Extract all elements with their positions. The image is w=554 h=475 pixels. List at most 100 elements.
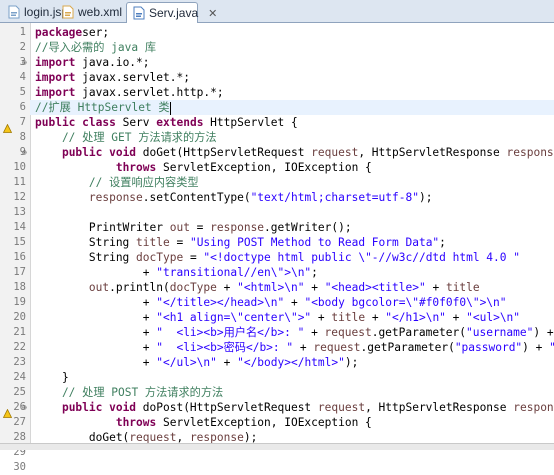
code-line[interactable]: + "transitional//en\">\n"; [30,265,554,280]
code-line[interactable]: public void doPost(HttpServletRequest re… [30,400,554,415]
code-line[interactable]: String title = "Using POST Method to Rea… [30,235,554,250]
code-identifier: title [445,281,480,294]
code-line[interactable]: response.setContentType("text/html;chars… [30,190,554,205]
code-text: + [35,326,157,339]
code-comment: //导入必需的 java 库 [35,41,157,54]
code-line[interactable]: public class Serv extends HttpServlet { [30,115,554,130]
code-line[interactable]: import javax.servlet.*; [30,70,554,85]
line-number: 18 [13,281,26,293]
code-editor[interactable]: packageser;//导入必需的 java 库 import java.io.… [30,23,554,443]
code-string: "<body bgcolor=\"#f0f0f0\">\n" [304,296,507,309]
code-identifier: response [189,431,244,443]
fold-toggle-icon[interactable]: ⊖ [22,145,30,160]
code-line[interactable]: + "</ul>\n" + "</body></html>"); [30,355,554,370]
warning-marker-icon[interactable] [2,403,13,418]
code-string: "</h1>\n" [385,311,446,324]
code-text: doPost(HttpServletRequest [136,401,318,414]
code-keyword: throws [115,416,157,429]
line-number: 14 [13,221,26,233]
code-text: .getParameter( [371,326,466,339]
line-number: 1 [19,26,26,38]
code-string: "</body></html>" [237,356,345,369]
close-tab-icon[interactable]: ✕ [208,7,217,20]
code-text: ); [243,431,258,443]
code-identifier: response [210,221,265,234]
fold-toggle-icon[interactable]: ⊖ [22,400,30,415]
fold-toggle-icon[interactable]: ⊖ [22,55,30,70]
code-line[interactable]: import javax.servlet.http.*; [30,85,554,100]
code-line[interactable]: } [30,370,554,385]
code-line[interactable]: PrintWriter out = response.getWriter(); [30,220,554,235]
code-keyword: import [35,56,76,69]
line-number: 19 [13,296,26,308]
code-identifier: request [313,341,361,354]
code-string: "text/html;charset=utf-8" [250,191,419,204]
code-line[interactable]: // 处理 GET 方法请求的方法 [30,130,554,145]
code-text: + [35,311,157,324]
code-line[interactable]: out.println(docType + "<html>\n" + "<hea… [30,280,554,295]
code-string: "</title></head>\n" [156,296,285,309]
code-text: + [304,326,325,339]
java-file-icon [133,6,145,20]
code-identifier: out [169,221,190,234]
code-line[interactable]: doGet(request, response); [30,430,554,443]
code-text: ServletException, IOException { [156,161,372,174]
code-line[interactable]: import java.io.*; [30,55,554,70]
code-string: "</ul>\n" [156,356,217,369]
code-keyword: public class [35,116,116,129]
editor-tab-bar: login.jsp web.xml Serv.java ✕ [0,0,554,23]
line-number: 6 [19,101,26,113]
code-line[interactable]: throws ServletException, IOException { [30,415,554,430]
code-line[interactable]: //扩展 HttpServlet 类 [30,100,554,115]
code-text: ServletException, IOException { [156,416,372,429]
code-text: Serv [122,116,150,129]
code-identifier: request [317,401,366,414]
code-line[interactable]: // 处理 POST 方法请求的方法 [30,385,554,400]
tab-web-xml[interactable]: web.xml [56,2,124,22]
code-string: "transitional//en\">\n" [156,266,312,279]
code-line[interactable]: + " <li><b>密码</b>: " + request.getParame… [30,340,554,355]
code-line[interactable]: + "</title></head>\n" + "<body bgcolor=\… [30,295,554,310]
code-line[interactable]: //导入必需的 java 库 [30,40,554,55]
code-string: "username" [466,326,534,339]
code-text: + [35,266,157,279]
code-text: doGet( [35,431,130,443]
code-text: + [365,311,386,324]
tab-serv-java[interactable]: Serv.java ✕ [126,2,217,23]
warning-marker-icon[interactable] [2,118,13,133]
code-line[interactable] [30,205,554,220]
code-text: ser; [82,26,110,39]
code-line[interactable]: String docType = "<!doctype html public … [30,250,554,265]
jsp-file-icon [8,5,20,19]
line-number: 16 [13,251,26,263]
tab-login-jsp[interactable]: login.jsp [2,2,68,22]
line-number: 30 [13,461,26,473]
code-line[interactable]: + " <li><b>用户名</b>: " + request.getParam… [30,325,554,340]
code-text: HttpServlet { [203,116,298,129]
code-line[interactable]: packageser; [30,25,554,40]
code-text: + [35,341,157,354]
text-caret [169,101,171,115]
line-number: 12 [13,191,26,203]
code-text: java.io.*; [75,56,150,69]
line-number: 22 [13,341,26,353]
line-number: 10 [13,161,26,173]
code-line[interactable]: + "<h1 align=\"center\">" + title + "</h… [30,310,554,325]
code-comment: // 处理 POST 方法请求的方法 [35,386,224,399]
code-text: = [183,251,204,264]
code-line[interactable]: throws ServletException, IOException { [30,160,554,175]
line-number: 13 [13,206,26,218]
code-identifier: title [136,236,170,249]
code-line[interactable]: public void doGet(HttpServletRequest req… [30,145,554,160]
code-line[interactable]: // 设置响应内容类型 [30,175,554,190]
line-number-gutter: 1 2 3 ⊖ 4 5 6 7 8 9 ⊖ 10 11 12 13 14 15 16 17 18 19 20 21 22 23 2… [0,23,31,473]
line-number: 2 [19,41,26,53]
code-text: = [189,221,211,234]
code-text: ; [311,266,318,279]
code-identifier: out [88,281,110,294]
code-text: + [35,356,157,369]
code-text: + [284,296,305,309]
